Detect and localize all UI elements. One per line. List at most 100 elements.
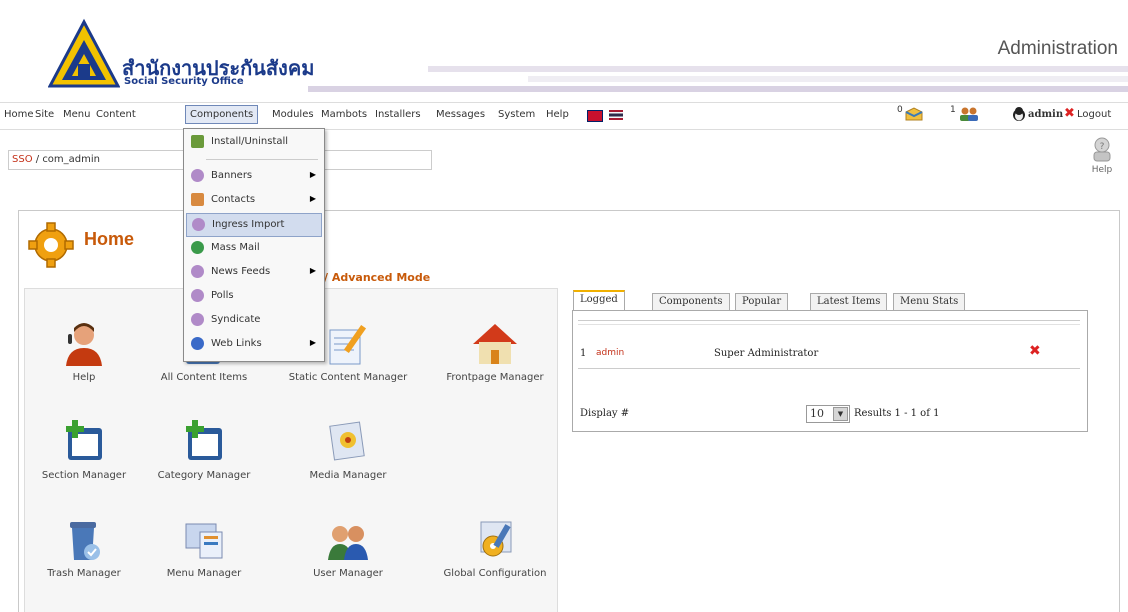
cp-global-config[interactable]: Global Configuration: [430, 516, 560, 579]
menu-item-ingress-import[interactable]: Ingress Import: [186, 213, 322, 237]
cp-trash[interactable]: Trash Manager: [19, 516, 149, 579]
cp-frontpage-label: Frontpage Manager: [446, 372, 544, 383]
menu-item-label: Web Links: [211, 338, 262, 349]
submenu-arrow-icon: ▶: [309, 194, 316, 203]
static-content-icon: [329, 324, 367, 365]
menu-separator: [206, 159, 318, 160]
users-online-icon[interactable]: [958, 106, 980, 122]
component-icon: [191, 289, 204, 302]
menu-mambots[interactable]: Mambots: [321, 109, 367, 120]
submenu-arrow-icon: ▶: [309, 170, 316, 179]
logout-icon[interactable]: ✖: [1064, 106, 1075, 121]
menu-item-syndicate[interactable]: Syndicate: [186, 309, 320, 331]
cp-category-label: Category Manager: [157, 470, 251, 481]
component-icon: [192, 218, 205, 231]
cp-frontpage[interactable]: Frontpage Manager: [430, 320, 560, 383]
home-gear-icon: [28, 222, 74, 268]
cp-help[interactable]: Help: [19, 320, 149, 383]
menu-item-install-uninstall[interactable]: Install/Uninstall: [186, 131, 320, 153]
chevron-down-icon[interactable]: ▼: [833, 407, 848, 421]
globe-icon: [191, 337, 204, 350]
cp-global-config-label: Global Configuration: [443, 568, 547, 579]
header-stripe: [308, 86, 1128, 92]
contacts-icon: [191, 193, 204, 206]
menu-content[interactable]: Content: [96, 109, 136, 120]
cp-media-label: Media Manager: [309, 470, 387, 481]
cp-user-manager-label: User Manager: [313, 568, 383, 579]
advanced-mode-link[interactable]: / Advanced Mode: [324, 271, 430, 284]
divider: [578, 368, 1080, 369]
user-manager-icon: [328, 526, 368, 560]
admin-username[interactable]: admin: [1028, 109, 1063, 120]
main-menubar: Home Site Menu Content Components Module…: [0, 102, 1128, 130]
cp-section-label: Section Manager: [41, 470, 127, 481]
cp-section[interactable]: Section Manager: [19, 418, 149, 481]
cp-trash-label: Trash Manager: [47, 568, 121, 579]
cp-menu-manager[interactable]: Menu Manager: [139, 516, 269, 579]
component-icon: [191, 265, 204, 278]
help-label: Help: [1091, 165, 1113, 175]
menu-item-label: Banners: [211, 170, 253, 181]
results-count: Results 1 - 1 of 1: [854, 408, 940, 419]
menu-item-news-feeds[interactable]: News Feeds ▶: [186, 261, 320, 283]
cp-menu-manager-label: Menu Manager: [166, 568, 242, 579]
divider: [578, 324, 1080, 325]
logged-user-link[interactable]: admin: [596, 348, 624, 358]
menu-components[interactable]: Components: [185, 105, 259, 124]
breadcrumb-site[interactable]: SSO: [12, 154, 33, 165]
uk-flag-icon[interactable]: [587, 110, 603, 122]
menu-item-mass-mail[interactable]: Mass Mail: [186, 237, 320, 259]
menu-help[interactable]: Help: [546, 109, 569, 120]
menu-item-polls[interactable]: Polls: [186, 285, 320, 307]
tab-popular[interactable]: Popular: [735, 293, 789, 310]
logout-link[interactable]: Logout: [1077, 109, 1111, 120]
messages-count: 0: [897, 105, 903, 115]
menu-modules[interactable]: Modules: [272, 109, 314, 120]
menu-installers[interactable]: Installers: [375, 109, 421, 120]
tab-latest-items[interactable]: Latest Items: [810, 293, 888, 310]
menu-menu[interactable]: Menu: [63, 109, 90, 120]
menu-home[interactable]: Home: [4, 109, 34, 120]
cp-category[interactable]: Category Manager: [139, 418, 269, 481]
submenu-arrow-icon: ▶: [309, 266, 316, 275]
menu-site[interactable]: Site: [35, 109, 54, 120]
component-icon: [191, 313, 204, 326]
menu-system[interactable]: System: [498, 109, 535, 120]
sso-logo-icon: [48, 18, 120, 88]
thai-flag-icon[interactable]: [609, 110, 623, 120]
tab-menu-stats[interactable]: Menu Stats: [893, 293, 966, 310]
help-button[interactable]: ? Help: [1082, 136, 1122, 175]
cp-user-manager[interactable]: User Manager: [283, 516, 413, 579]
category-icon: [186, 420, 222, 460]
cp-all-content-label: All Content Items: [160, 372, 248, 383]
inbox-icon[interactable]: [904, 106, 924, 122]
cp-help-label: Help: [72, 372, 96, 383]
components-dropdown: Install/Uninstall Banners ▶ Contacts ▶ I…: [183, 128, 325, 362]
media-icon: [329, 421, 365, 461]
menu-item-label: News Feeds: [211, 266, 271, 277]
cp-media[interactable]: Media Manager: [283, 418, 413, 481]
logged-user-role: Super Administrator: [714, 348, 819, 359]
display-count-select[interactable]: 10 ▼: [806, 405, 850, 423]
trash-icon: [70, 522, 100, 560]
menu-item-label: Mass Mail: [211, 242, 260, 253]
divider: [578, 320, 1080, 321]
logout-user-icon[interactable]: ✖: [1029, 343, 1041, 359]
display-count-value: 10: [810, 407, 824, 420]
menu-item-banners[interactable]: Banners ▶: [186, 165, 320, 187]
menu-item-contacts[interactable]: Contacts ▶: [186, 189, 320, 211]
menu-item-web-links[interactable]: Web Links ▶: [186, 333, 320, 355]
menu-item-label: Ingress Import: [212, 219, 285, 230]
help-person-icon: [66, 323, 102, 366]
header-stripe: [428, 66, 1128, 72]
tab-components[interactable]: Components: [652, 293, 730, 310]
mass-mail-icon: [191, 241, 204, 254]
menu-messages[interactable]: Messages: [436, 109, 485, 120]
page-header: สำนักงานประกันสังคม Social Security Offi…: [0, 0, 1128, 100]
svg-text:?: ?: [1100, 142, 1105, 152]
frontpage-icon: [473, 324, 517, 364]
display-label: Display #: [580, 408, 630, 419]
breadcrumb-path: / com_admin: [35, 154, 101, 165]
tab-logged[interactable]: Logged: [573, 290, 625, 312]
users-online-count: 1: [950, 105, 956, 115]
